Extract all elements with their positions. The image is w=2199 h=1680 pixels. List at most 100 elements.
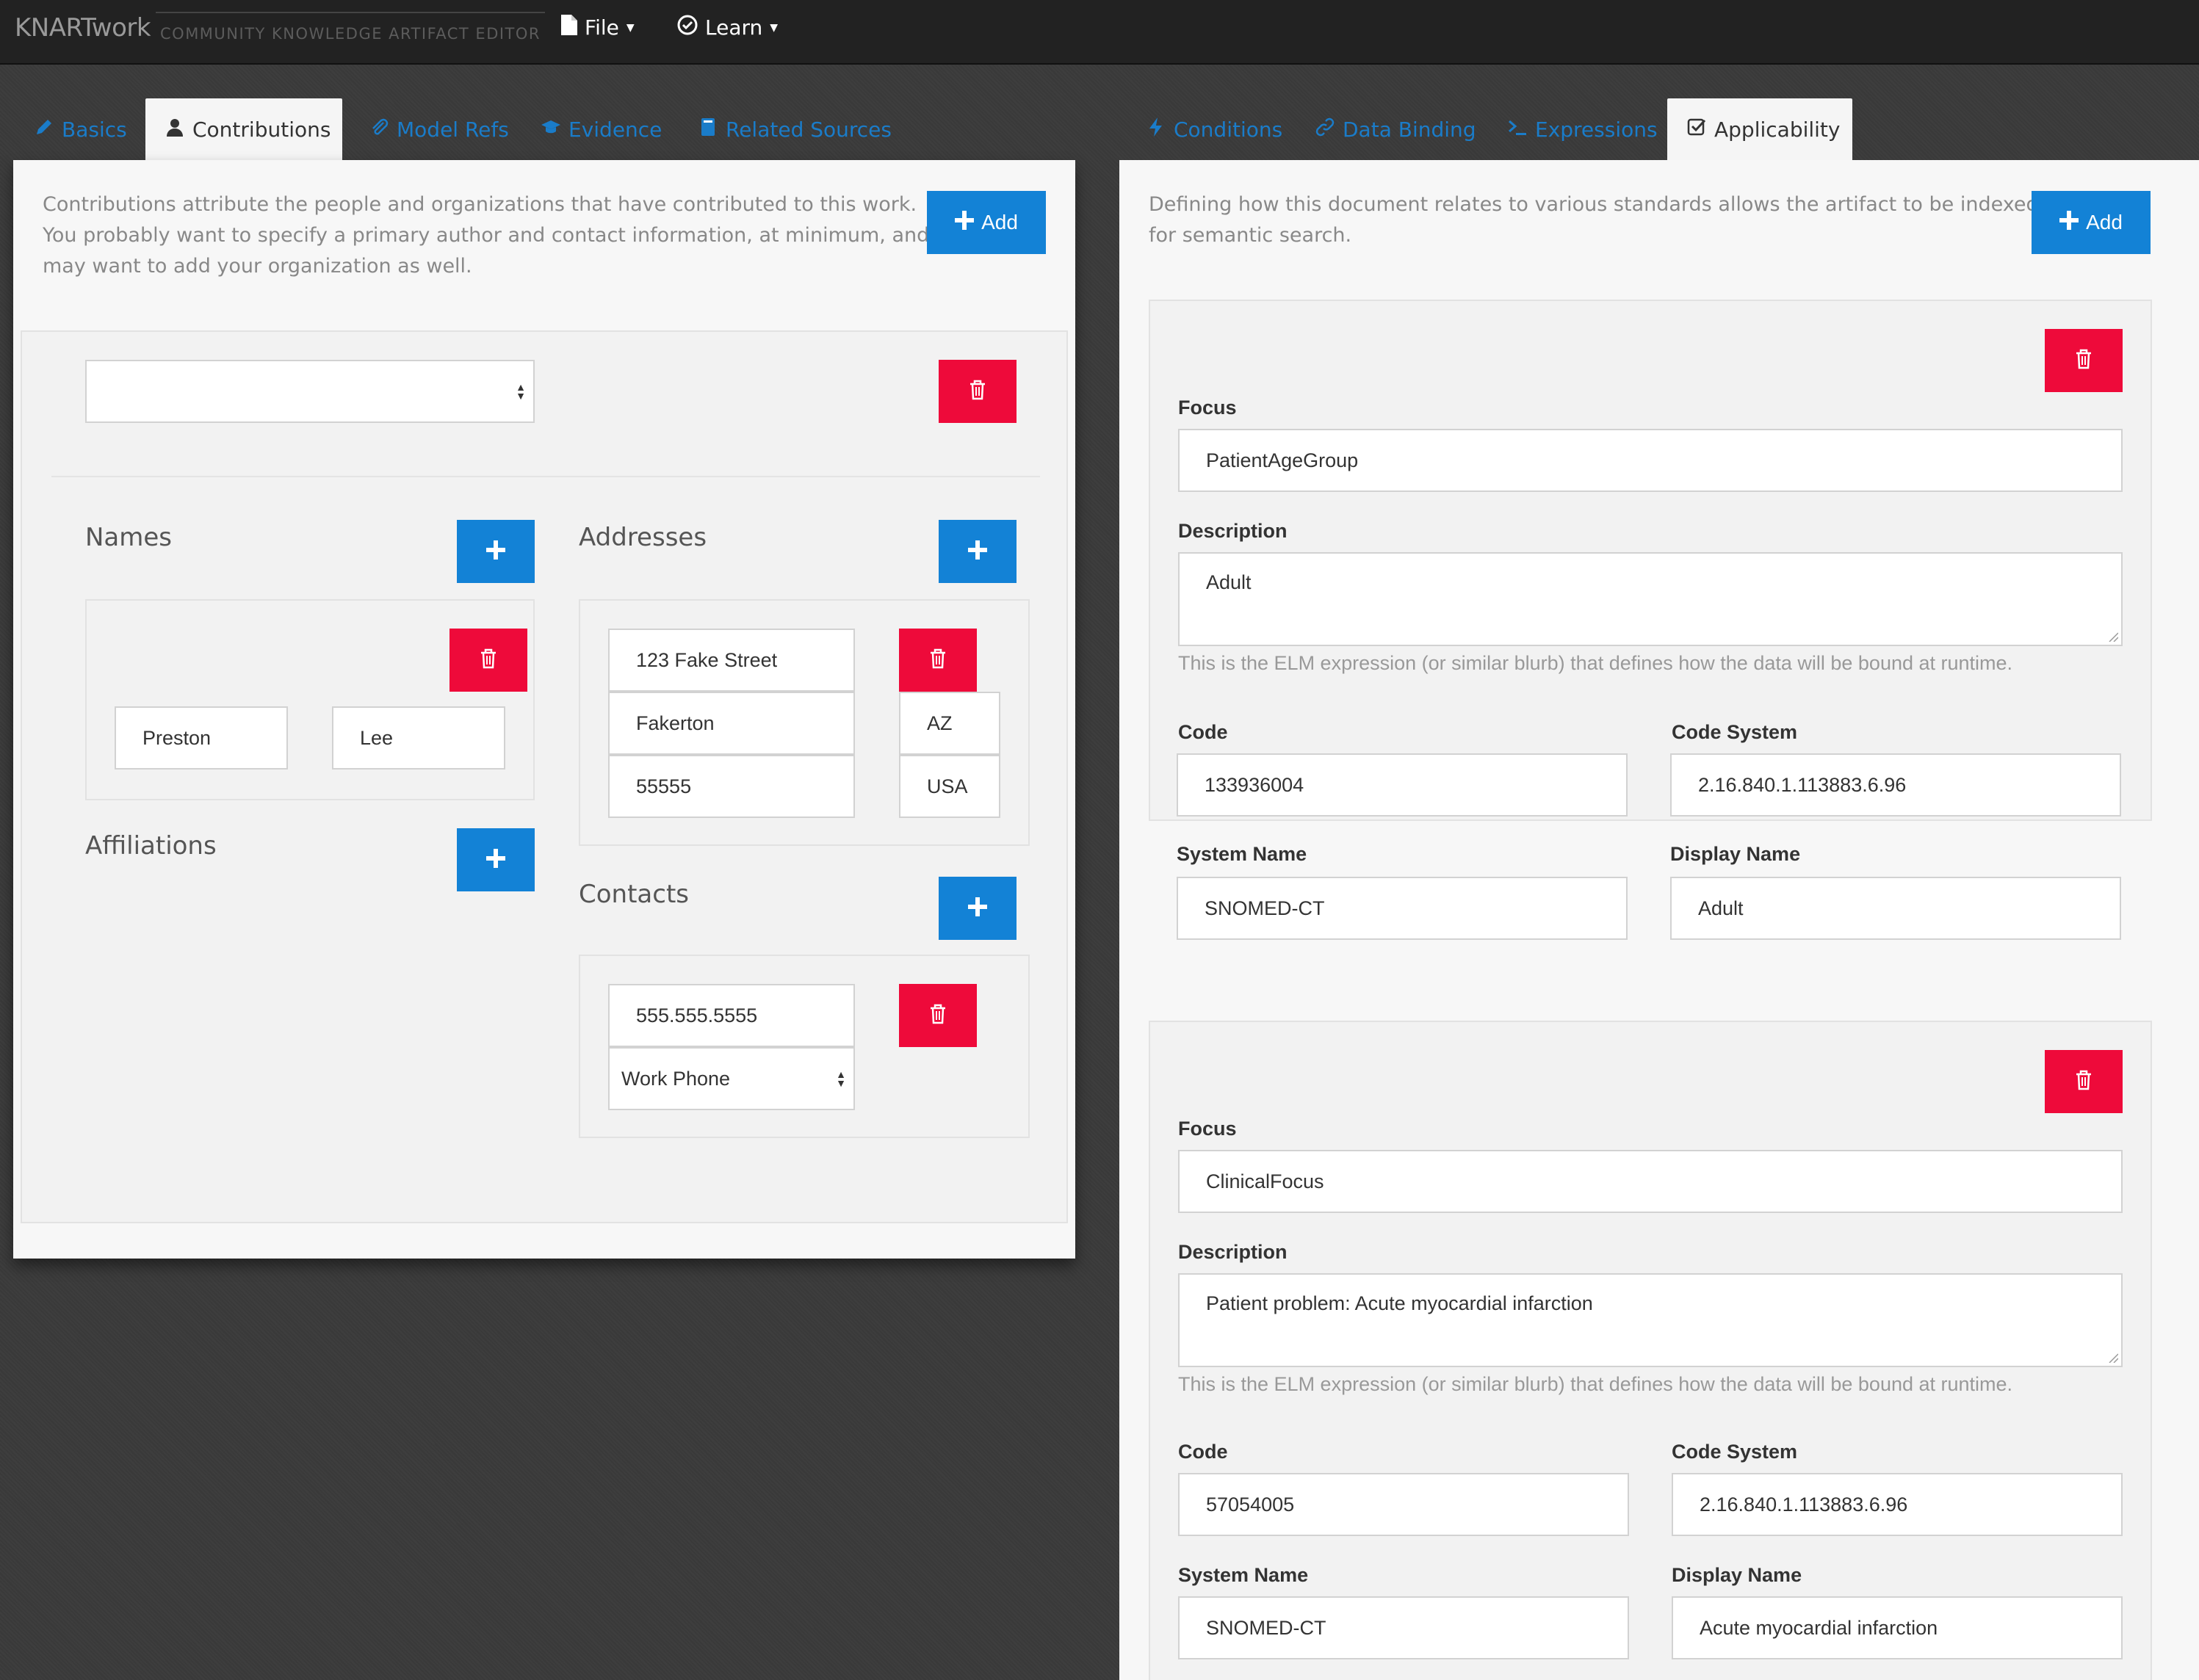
tab-data-binding[interactable]: Data Binding <box>1296 98 1495 160</box>
description-help: This is the ELM expression (or similar b… <box>1178 652 2013 674</box>
tab-basics[interactable]: Basics <box>15 98 147 160</box>
country-field[interactable]: USA <box>899 755 1000 818</box>
file-menu-label: File <box>585 15 619 40</box>
code-system-label: Code System <box>1672 721 1798 743</box>
graduation-cap-icon <box>541 117 561 142</box>
name-entry: Preston Lee <box>85 599 535 800</box>
tab-related-sources[interactable]: Related Sources <box>679 98 911 160</box>
first-name-field[interactable]: Preston <box>115 706 288 770</box>
divider <box>51 476 1040 477</box>
contact-value-field[interactable]: 555.555.5555 <box>608 984 855 1047</box>
add-affiliation-button[interactable] <box>457 828 535 891</box>
contributions-description: Contributions attribute the people and o… <box>43 193 930 278</box>
contact-entry: 555.555.5555 Work Phone ▲ ▼ <box>579 955 1030 1138</box>
user-icon <box>165 117 185 142</box>
trash-icon <box>2075 1070 2093 1093</box>
plus-icon <box>486 849 505 871</box>
code-label: Code <box>1178 721 1228 743</box>
focus-label: Focus <box>1178 397 1237 419</box>
check-square-icon <box>1686 117 1707 142</box>
tab-label: Conditions <box>1174 117 1283 142</box>
caret-down-icon: ▼ <box>626 21 635 34</box>
system-name-field[interactable]: SNOMED-CT <box>1178 1596 1629 1659</box>
delete-contribution-button[interactable] <box>939 360 1017 423</box>
code-system-label: Code System <box>1672 1441 1798 1463</box>
applicability-description: Defining how this document relates to va… <box>1149 193 2039 247</box>
delete-applicability-button[interactable] <box>2045 1050 2123 1113</box>
tab-evidence[interactable]: Evidence <box>521 98 681 160</box>
delete-address-button[interactable] <box>899 629 977 692</box>
description-textarea[interactable]: Patient problem: Acute myocardial infarc… <box>1178 1273 2123 1367</box>
add-applicability-button[interactable]: Add <box>2032 191 2151 254</box>
focus-field[interactable]: ClinicalFocus <box>1178 1150 2123 1213</box>
plus-icon <box>968 897 987 919</box>
select-arrows-icon: ▲ ▼ <box>516 381 526 402</box>
tab-label: Expressions <box>1535 117 1658 142</box>
file-menu[interactable]: File ▼ <box>561 15 635 40</box>
book-icon <box>698 117 718 142</box>
select-value: Work Phone <box>621 1067 731 1090</box>
resize-handle-icon[interactable] <box>2108 631 2118 642</box>
navbar: KNARTwork COMMUNITY KNOWLEDGE ARTIFACT E… <box>0 0 2199 65</box>
description-label: Description <box>1178 520 1288 542</box>
learn-menu[interactable]: Learn ▼ <box>677 15 778 40</box>
plus-icon <box>486 540 505 562</box>
last-name-field[interactable]: Lee <box>332 706 505 770</box>
trash-icon <box>2075 349 2093 372</box>
add-label: Add <box>981 211 1018 233</box>
plus-icon <box>968 540 987 562</box>
system-name-field[interactable]: SNOMED-CT <box>1177 877 1628 940</box>
pencil-icon <box>34 117 54 142</box>
tab-model-refs[interactable]: Model Refs <box>350 98 528 160</box>
add-contribution-button[interactable]: Add <box>927 191 1046 254</box>
street-field[interactable]: 123 Fake Street <box>608 629 855 692</box>
brand-subtitle: COMMUNITY KNOWLEDGE ARTIFACT EDITOR <box>156 12 546 50</box>
display-name-label: Display Name <box>1672 1564 1802 1586</box>
delete-name-button[interactable] <box>449 629 527 692</box>
tab-contributions[interactable]: Contributions <box>145 98 342 160</box>
city-field[interactable]: Fakerton <box>608 692 855 755</box>
focus-field[interactable]: PatientAgeGroup <box>1178 429 2123 492</box>
delete-contact-button[interactable] <box>899 984 977 1047</box>
applicability-item: Focus PatientAgeGroup Description Adult … <box>1149 300 2152 821</box>
description-text: Adult <box>1206 571 1252 593</box>
plus-icon <box>2059 210 2079 235</box>
applicability-item: Focus ClinicalFocus Description Patient … <box>1149 1021 2152 1680</box>
contribution-type-select[interactable]: ▲ ▼ <box>85 360 535 423</box>
system-name-label: System Name <box>1178 1564 1309 1586</box>
trash-icon <box>480 648 497 672</box>
contact-type-select[interactable]: Work Phone ▲ ▼ <box>608 1047 855 1110</box>
tab-label: Data Binding <box>1343 117 1476 142</box>
description-textarea[interactable]: Adult <box>1178 552 2123 646</box>
contribution-card: ▲ ▼ Names Preston Lee Affiliations Addres… <box>21 330 1068 1223</box>
delete-applicability-button[interactable] <box>2045 329 2123 392</box>
tab-label: Applicability <box>1714 117 1841 142</box>
display-name-field[interactable]: Acute myocardial infarction <box>1672 1596 2123 1659</box>
brand-logo[interactable]: KNARTwork <box>15 13 151 43</box>
bolt-icon <box>1146 117 1166 142</box>
add-name-button[interactable] <box>457 520 535 583</box>
contributions-panel: Contributions attribute the people and o… <box>13 160 1075 1259</box>
code-field[interactable]: 57054005 <box>1178 1473 1629 1536</box>
tab-expressions[interactable]: Expressions <box>1488 98 1677 160</box>
tab-label: Contributions <box>192 117 331 142</box>
tab-conditions[interactable]: Conditions <box>1127 98 1301 160</box>
contacts-title: Contacts <box>579 880 689 909</box>
tab-applicability[interactable]: Applicability <box>1667 98 1852 160</box>
tab-label: Related Sources <box>726 117 892 142</box>
state-field[interactable]: AZ <box>899 692 1000 755</box>
resize-handle-icon[interactable] <box>2108 1353 2118 1363</box>
add-address-button[interactable] <box>939 520 1017 583</box>
terminal-icon <box>1507 117 1528 142</box>
description-help: This is the ELM expression (or similar b… <box>1178 1373 2013 1395</box>
description-label: Description <box>1178 1241 1288 1263</box>
file-icon <box>561 15 577 40</box>
focus-label: Focus <box>1178 1118 1237 1140</box>
trash-icon <box>929 648 947 672</box>
display-name-field[interactable]: Adult <box>1670 877 2121 940</box>
add-contact-button[interactable] <box>939 877 1017 940</box>
code-field[interactable]: 133936004 <box>1177 753 1628 817</box>
postal-code-field[interactable]: 55555 <box>608 755 855 818</box>
code-system-field[interactable]: 2.16.840.1.113883.6.96 <box>1670 753 2121 817</box>
code-system-field[interactable]: 2.16.840.1.113883.6.96 <box>1672 1473 2123 1536</box>
